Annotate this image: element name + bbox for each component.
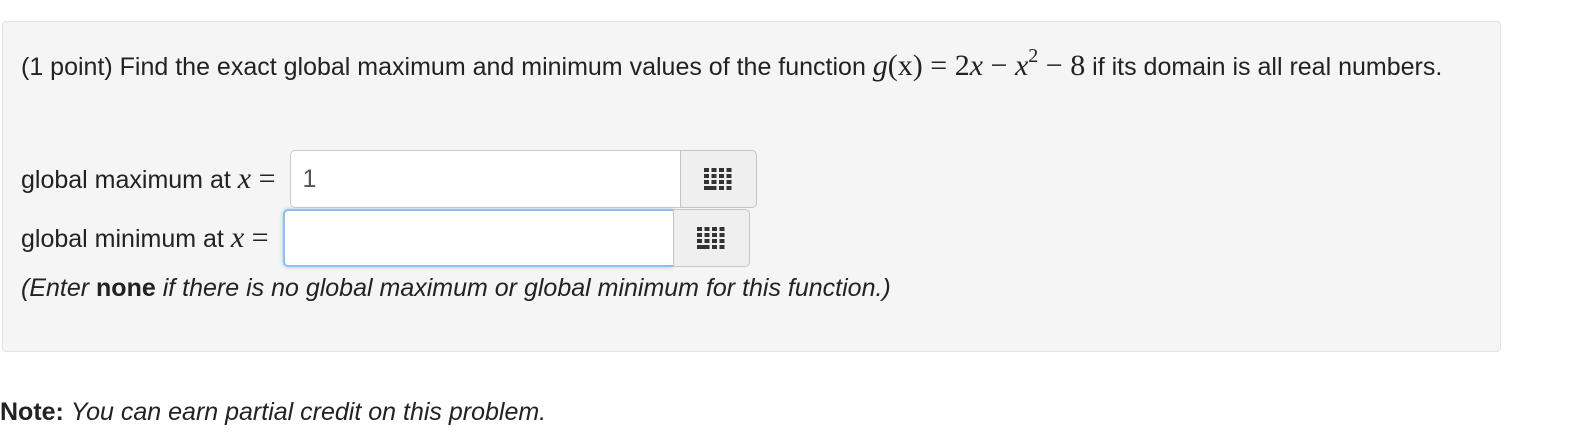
global-max-row: global maximum at x =	[21, 150, 757, 208]
keypad-grid-icon	[704, 168, 732, 190]
hint-keyword: none	[96, 274, 156, 302]
function-expression: g(x) = 2x − x2 − 8	[872, 46, 1086, 82]
function-x-term: x	[969, 49, 984, 82]
global-min-label: global minimum at x =	[21, 221, 269, 255]
note-text: You can earn partial credit on this prob…	[70, 398, 547, 426]
function-equals: = 2	[922, 49, 970, 82]
function-x-squared-base: x	[1014, 49, 1029, 82]
problem-statement: (1 point) Find the exact global maximum …	[21, 46, 1481, 87]
global-min-input-group	[282, 209, 750, 267]
global-min-input[interactable]	[282, 209, 673, 267]
partial-credit-note: Note: You can earn partial credit on thi…	[0, 392, 546, 432]
function-minus: −	[983, 49, 1015, 82]
function-exponent: 2	[1028, 45, 1039, 67]
function-argument: (x)	[887, 49, 923, 82]
function-name: g	[872, 49, 888, 82]
hint-suffix: if there is no global maximum or global …	[155, 274, 891, 302]
global-max-label-text: global maximum at	[21, 166, 238, 194]
global-max-input[interactable]	[289, 150, 680, 208]
function-constant: − 8	[1038, 49, 1086, 82]
hint-text: (Enter none if there is no global maximu…	[21, 268, 891, 308]
problem-suffix: if its domain is all real numbers.	[1085, 53, 1443, 81]
global-max-equals: =	[251, 162, 276, 195]
global-min-keypad-button[interactable]	[672, 209, 750, 267]
global-max-input-group	[289, 150, 757, 208]
global-max-keypad-button[interactable]	[679, 150, 757, 208]
global-max-label: global maximum at x =	[21, 162, 276, 196]
hint-prefix: (Enter	[21, 274, 97, 302]
keypad-grid-icon	[697, 227, 725, 249]
problem-panel: (1 point) Find the exact global maximum …	[2, 21, 1501, 352]
global-max-variable: x	[237, 162, 252, 195]
problem-intro: (1 point) Find the exact global maximum …	[21, 53, 873, 81]
global-min-equals: =	[244, 221, 269, 254]
global-min-row: global minimum at x =	[21, 209, 750, 267]
global-min-label-text: global minimum at	[21, 225, 231, 253]
note-label: Note:	[0, 398, 64, 426]
global-min-variable: x	[230, 221, 245, 254]
